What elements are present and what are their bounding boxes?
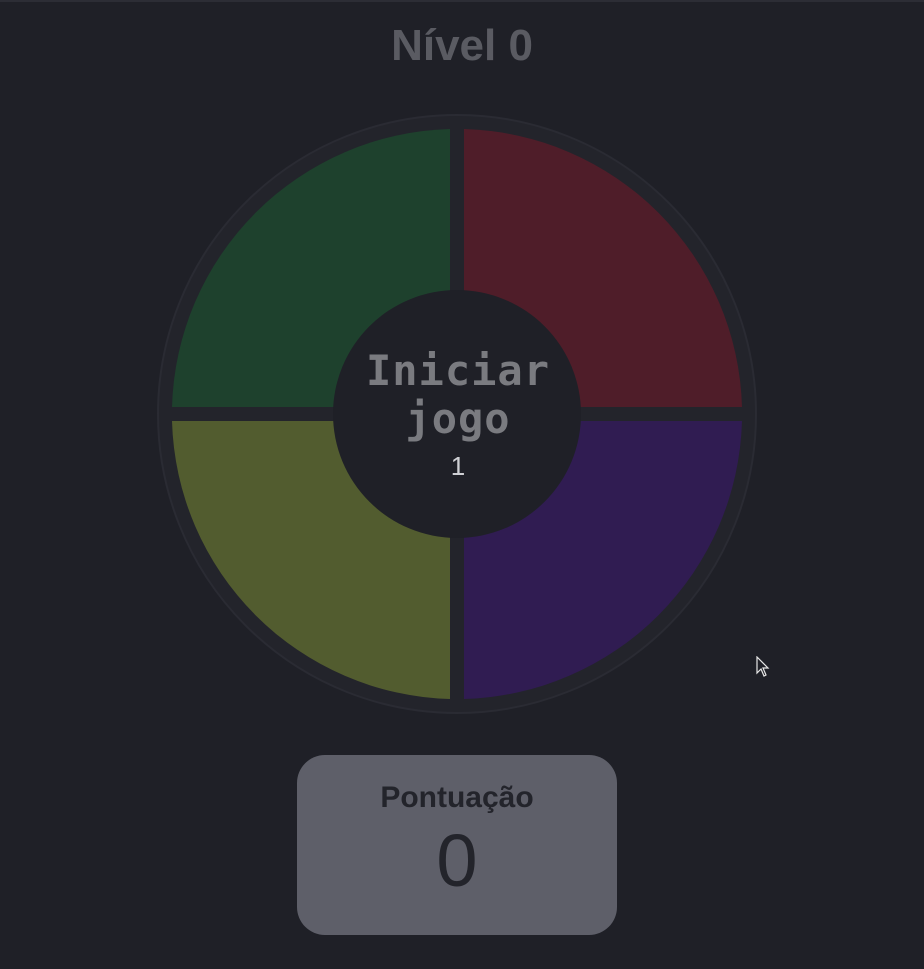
start-button-hub[interactable] <box>333 290 581 538</box>
top-border <box>0 0 924 2</box>
game-board-svg <box>157 114 757 714</box>
level-title: Nível 0 <box>391 21 533 70</box>
game-page: Nível 0 Iniciar jogo 1 Pontuação 0 <box>0 0 924 969</box>
score-label: Pontuação <box>380 781 534 814</box>
mouse-pointer-icon <box>756 656 770 677</box>
game-board <box>156 113 758 715</box>
score-value: 0 <box>436 819 478 902</box>
score-panel: Pontuação 0 <box>297 755 617 935</box>
